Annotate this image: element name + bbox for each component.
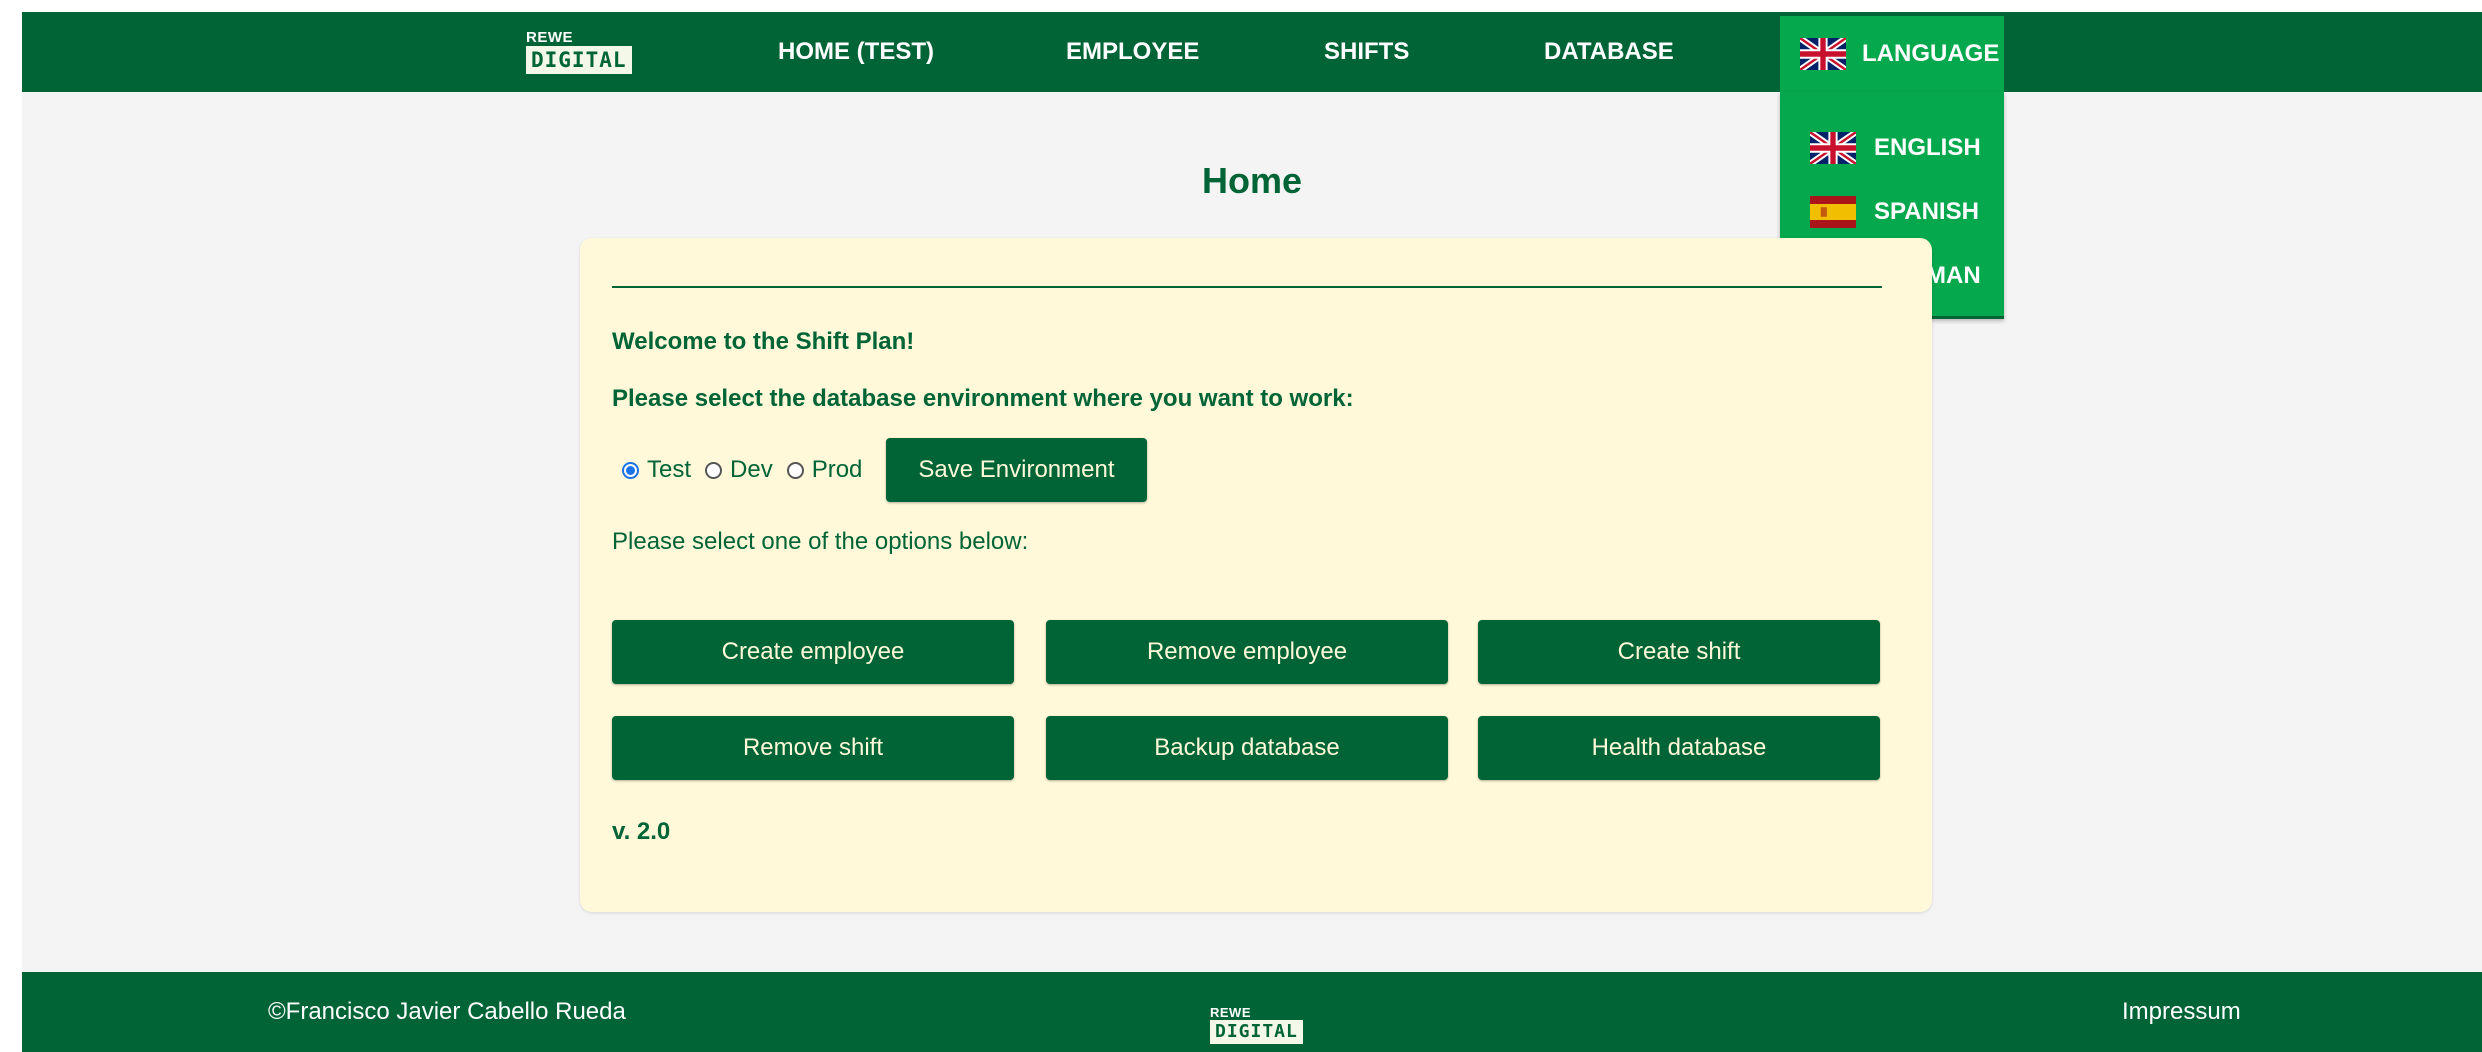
db-environment-prompt: Please select the database environment w… <box>612 385 1354 412</box>
save-environment-button[interactable]: Save Environment <box>886 438 1147 502</box>
backup-database-button[interactable]: Backup database <box>1046 716 1448 780</box>
create-employee-button[interactable]: Create employee <box>612 620 1014 684</box>
health-database-button[interactable]: Health database <box>1478 716 1880 780</box>
home-card: Welcome to the Shift Plan! Please select… <box>580 238 1932 912</box>
radio-prod-label[interactable]: Prod <box>812 456 863 484</box>
radio-test[interactable] <box>622 461 639 479</box>
radio-dev[interactable] <box>705 461 723 479</box>
logo-bottom-text: DIGITAL <box>526 46 632 74</box>
options-prompt: Please select one of the options below: <box>612 528 1029 555</box>
radio-test-label[interactable]: Test <box>647 456 691 484</box>
language-option-label: SPANISH <box>1874 198 1979 225</box>
nav-shifts[interactable]: SHIFTS <box>1324 12 1409 92</box>
copyright-text: ©Francisco Javier Cabello Rueda <box>268 998 626 1025</box>
nav-database[interactable]: DATABASE <box>1544 12 1674 92</box>
uk-flag-icon <box>1800 38 1846 70</box>
nav-employee[interactable]: EMPLOYEE <box>1066 12 1199 92</box>
page: REWE DIGITAL HOME (TEST) EMPLOYEE SHIFTS… <box>22 12 2482 1052</box>
remove-shift-button[interactable]: Remove shift <box>612 716 1014 780</box>
environment-selector: Test Dev Prod Save Environment <box>612 438 1147 502</box>
nav-language-toggle[interactable]: LANGUAGE <box>1780 16 2004 92</box>
page-title: Home <box>1201 160 1303 201</box>
card-divider <box>612 286 1882 288</box>
logo-bottom-text: DIGITAL <box>1210 1020 1303 1044</box>
logo-top-text: REWE <box>526 29 573 46</box>
impressum-link[interactable]: Impressum <box>2122 972 2241 1052</box>
rewe-digital-logo[interactable]: REWE DIGITAL <box>526 30 632 74</box>
language-option-label: ENGLISH <box>1874 134 1981 161</box>
nav-home[interactable]: HOME (TEST) <box>778 12 934 92</box>
footer: ©Francisco Javier Cabello Rueda REWE DIG… <box>22 972 2482 1052</box>
create-shift-button[interactable]: Create shift <box>1478 620 1880 684</box>
footer-rewe-digital-logo: REWE DIGITAL <box>1210 1006 1303 1044</box>
welcome-text: Welcome to the Shift Plan! <box>612 328 915 355</box>
nav-language-label: LANGUAGE <box>1862 40 2000 67</box>
radio-dev-label[interactable]: Dev <box>730 456 773 484</box>
navbar: REWE DIGITAL HOME (TEST) EMPLOYEE SHIFTS… <box>22 12 2482 92</box>
radio-prod[interactable] <box>786 461 804 479</box>
version-label: v. 2.0 <box>612 818 671 845</box>
logo-top-text: REWE <box>1210 1005 1251 1020</box>
remove-employee-button[interactable]: Remove employee <box>1046 620 1448 684</box>
